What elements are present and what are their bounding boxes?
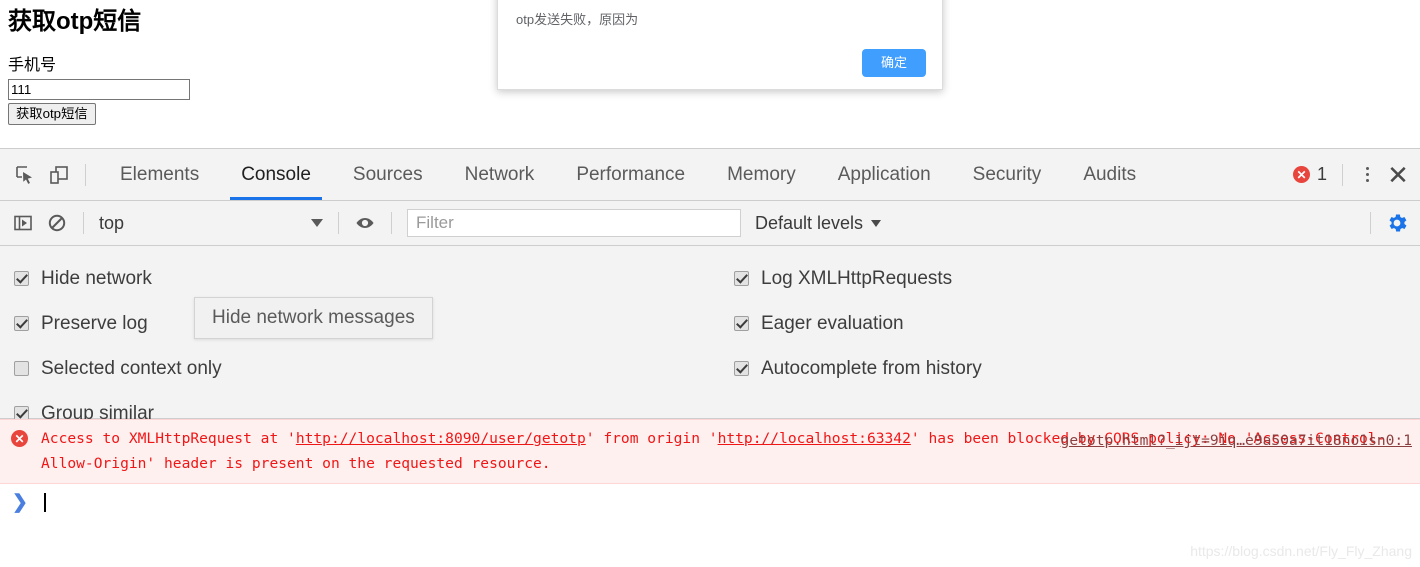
log-levels-value: Default levels bbox=[755, 212, 864, 233]
error-count-badge[interactable]: ✕ 1 bbox=[1292, 164, 1327, 185]
setting-selected-context-only[interactable]: Selected context only bbox=[14, 346, 222, 391]
setting-eager-evaluation[interactable]: Eager evaluation bbox=[734, 301, 982, 346]
setting-label: Selected context only bbox=[41, 357, 222, 379]
device-toolbar-icon[interactable] bbox=[42, 158, 76, 192]
error-request-url-link[interactable]: http://localhost:8090/user/getotp bbox=[296, 430, 586, 447]
error-quote: ' bbox=[287, 430, 296, 447]
toolbar-divider bbox=[391, 212, 392, 234]
tab-memory[interactable]: Memory bbox=[706, 149, 817, 200]
kebab-dot bbox=[1365, 179, 1369, 182]
checkbox-icon[interactable] bbox=[734, 361, 749, 376]
prompt-chevron-icon: ❯ bbox=[12, 491, 28, 513]
devtools-tool-icons bbox=[8, 158, 95, 192]
alert-message-text: otp发送失败，原因为 bbox=[516, 12, 639, 27]
tooltip: Hide network messages bbox=[194, 297, 433, 339]
devtools-tabs: Elements Console Sources Network Perform… bbox=[99, 149, 1157, 200]
console-prompt[interactable]: ❯ bbox=[0, 484, 1420, 520]
chevron-down-icon bbox=[871, 219, 882, 227]
chevron-down-icon bbox=[311, 219, 323, 227]
checkbox-icon[interactable] bbox=[734, 316, 749, 331]
checkbox-icon[interactable] bbox=[14, 316, 29, 331]
page-title: 获取otp短信 bbox=[8, 8, 142, 35]
checkbox-icon[interactable] bbox=[734, 271, 749, 286]
alert-dialog: otp发送失败，原因为 确定 bbox=[497, 0, 943, 90]
error-origin-url-link[interactable]: http://localhost:63342 bbox=[718, 430, 911, 447]
checkbox-icon[interactable] bbox=[14, 271, 29, 286]
setting-label: Preserve log bbox=[41, 312, 148, 334]
close-icon[interactable]: ✕ bbox=[1382, 158, 1414, 192]
tab-security[interactable]: Security bbox=[952, 149, 1063, 200]
execution-context-dropdown[interactable]: top bbox=[93, 210, 329, 236]
tabbar-right-divider bbox=[1342, 163, 1343, 186]
alert-confirm-button[interactable]: 确定 bbox=[861, 49, 926, 77]
setting-label: Log XMLHttpRequests bbox=[761, 267, 953, 289]
tab-elements[interactable]: Elements bbox=[99, 149, 220, 200]
setting-label: Autocomplete from history bbox=[761, 357, 982, 379]
checkbox-icon[interactable] bbox=[14, 361, 29, 376]
show-console-sidebar-icon[interactable] bbox=[6, 206, 40, 240]
error-quote: ' bbox=[708, 430, 718, 447]
tabbar-divider bbox=[85, 163, 86, 186]
execution-context-value: top bbox=[99, 212, 125, 233]
tab-console[interactable]: Console bbox=[220, 149, 332, 200]
console-settings-panel: Hide network Preserve log Selected conte… bbox=[0, 246, 1420, 424]
setting-label: Hide network bbox=[41, 267, 152, 289]
phone-number-input[interactable] bbox=[8, 79, 190, 100]
error-seg-1: Access to XMLHttpRequest at bbox=[41, 430, 288, 447]
log-levels-dropdown[interactable]: Default levels bbox=[755, 212, 882, 234]
kebab-dot bbox=[1365, 173, 1369, 176]
watermark: https://blog.csdn.net/Fly_Fly_Zhang bbox=[1190, 543, 1412, 559]
text-caret bbox=[43, 492, 46, 512]
clear-console-icon[interactable] bbox=[40, 206, 74, 240]
setting-autocomplete-from-history[interactable]: Autocomplete from history bbox=[734, 346, 982, 391]
tab-sources[interactable]: Sources bbox=[332, 149, 444, 200]
toolbar-divider bbox=[83, 212, 84, 234]
toolbar-divider bbox=[1370, 212, 1371, 234]
more-options-icon[interactable] bbox=[1352, 158, 1382, 192]
console-toolbar-right bbox=[1361, 206, 1414, 240]
error-count-label: 1 bbox=[1316, 164, 1327, 184]
devtools-tabbar: Elements Console Sources Network Perform… bbox=[0, 149, 1420, 201]
web-page-content: 获取otp短信 手机号 获取otp短信 otp发送失败，原因为 确定 bbox=[0, 0, 1420, 148]
toolbar-divider bbox=[338, 212, 339, 234]
error-circle-icon: ✕ bbox=[11, 430, 28, 447]
inspect-element-icon[interactable] bbox=[8, 158, 42, 192]
devtools-tabbar-right: ✕ 1 ✕ bbox=[1292, 158, 1420, 192]
console-error-message[interactable]: ✕ Access to XMLHttpRequest at 'http://lo… bbox=[0, 419, 1420, 484]
setting-hide-network[interactable]: Hide network bbox=[14, 256, 222, 301]
tab-application[interactable]: Application bbox=[817, 149, 952, 200]
tab-network[interactable]: Network bbox=[444, 149, 556, 200]
kebab-dot bbox=[1365, 167, 1369, 170]
phone-number-label: 手机号 bbox=[8, 57, 57, 74]
console-filter-input[interactable] bbox=[407, 209, 741, 237]
error-circle-icon: ✕ bbox=[1292, 166, 1310, 183]
get-otp-button[interactable]: 获取otp短信 bbox=[8, 103, 96, 125]
console-settings-gear-icon[interactable] bbox=[1380, 206, 1414, 240]
setting-label: Eager evaluation bbox=[761, 312, 904, 334]
setting-preserve-log[interactable]: Preserve log bbox=[14, 301, 222, 346]
create-live-expression-icon[interactable] bbox=[348, 206, 382, 240]
tab-performance[interactable]: Performance bbox=[555, 149, 706, 200]
settings-column-left: Hide network Preserve log Selected conte… bbox=[14, 256, 222, 436]
devtools-panel: Elements Console Sources Network Perform… bbox=[0, 148, 1420, 567]
tab-audits[interactable]: Audits bbox=[1062, 149, 1157, 200]
settings-column-right: Log XMLHttpRequests Eager evaluation Aut… bbox=[734, 256, 982, 391]
console-message-list: ✕ Access to XMLHttpRequest at 'http://lo… bbox=[0, 419, 1420, 520]
error-source-link[interactable]: getotp.html?_ijt=9iq…e9a50a7it18no1sn0:1 bbox=[1061, 428, 1412, 453]
error-seg-3: ' from origin bbox=[585, 430, 709, 447]
setting-log-xmlhttprequests[interactable]: Log XMLHttpRequests bbox=[734, 256, 982, 301]
console-toolbar: top Default levels bbox=[0, 201, 1420, 246]
